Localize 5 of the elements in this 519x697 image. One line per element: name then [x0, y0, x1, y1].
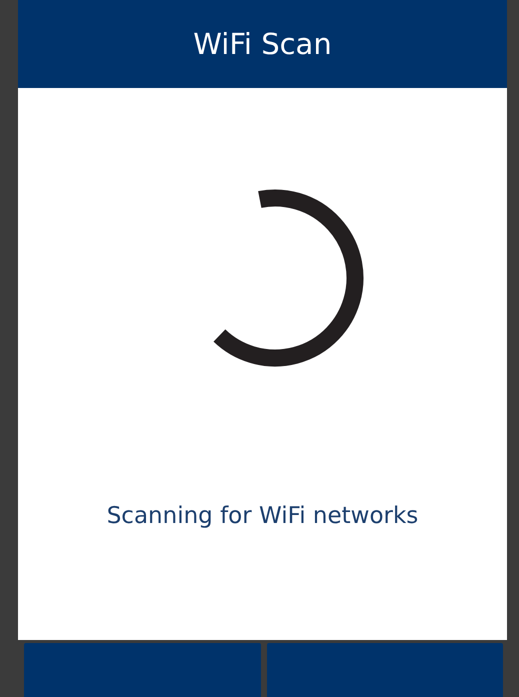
- spinner-icon: [214, 190, 364, 366]
- screen-title: WiFi Scan: [193, 27, 332, 61]
- soft-key-button[interactable]: [266, 643, 503, 697]
- soft-key-button[interactable]: [24, 643, 260, 697]
- status-message: Scanning for WiFi networks: [106, 503, 418, 529]
